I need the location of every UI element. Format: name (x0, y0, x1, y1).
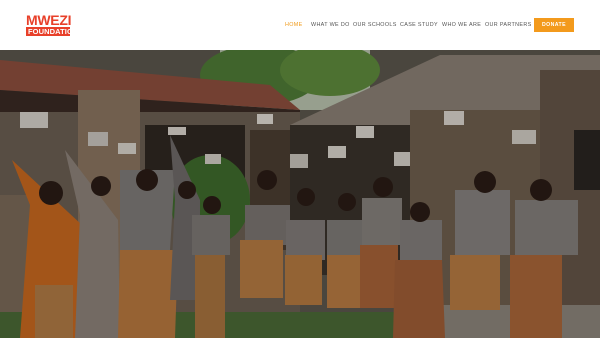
logo-subtitle: FOUNDATION (26, 27, 79, 36)
nav-item-our-schools[interactable]: OUR SCHOOLS (353, 22, 397, 28)
logo-wordmark: MWEZI (26, 12, 72, 28)
nav-item-what-we-do[interactable]: WHAT WE DO (311, 22, 350, 28)
nav-item-who-we-are[interactable]: WHO WE ARE (442, 22, 481, 28)
nav-item-case-study[interactable]: CASE STUDY (400, 22, 438, 28)
hero-overlay (0, 50, 600, 338)
hero-banner (0, 50, 600, 338)
site-header: MWEZI FOUNDATION HOME WHAT WE DO OUR SCH… (0, 0, 600, 51)
nav-item-home[interactable]: HOME (285, 22, 303, 28)
nav-item-our-partners[interactable]: OUR PARTNERS (485, 22, 532, 28)
mwezi-foundation-logo[interactable]: MWEZI FOUNDATION (26, 12, 79, 37)
donate-button[interactable]: DONATE (534, 18, 574, 32)
